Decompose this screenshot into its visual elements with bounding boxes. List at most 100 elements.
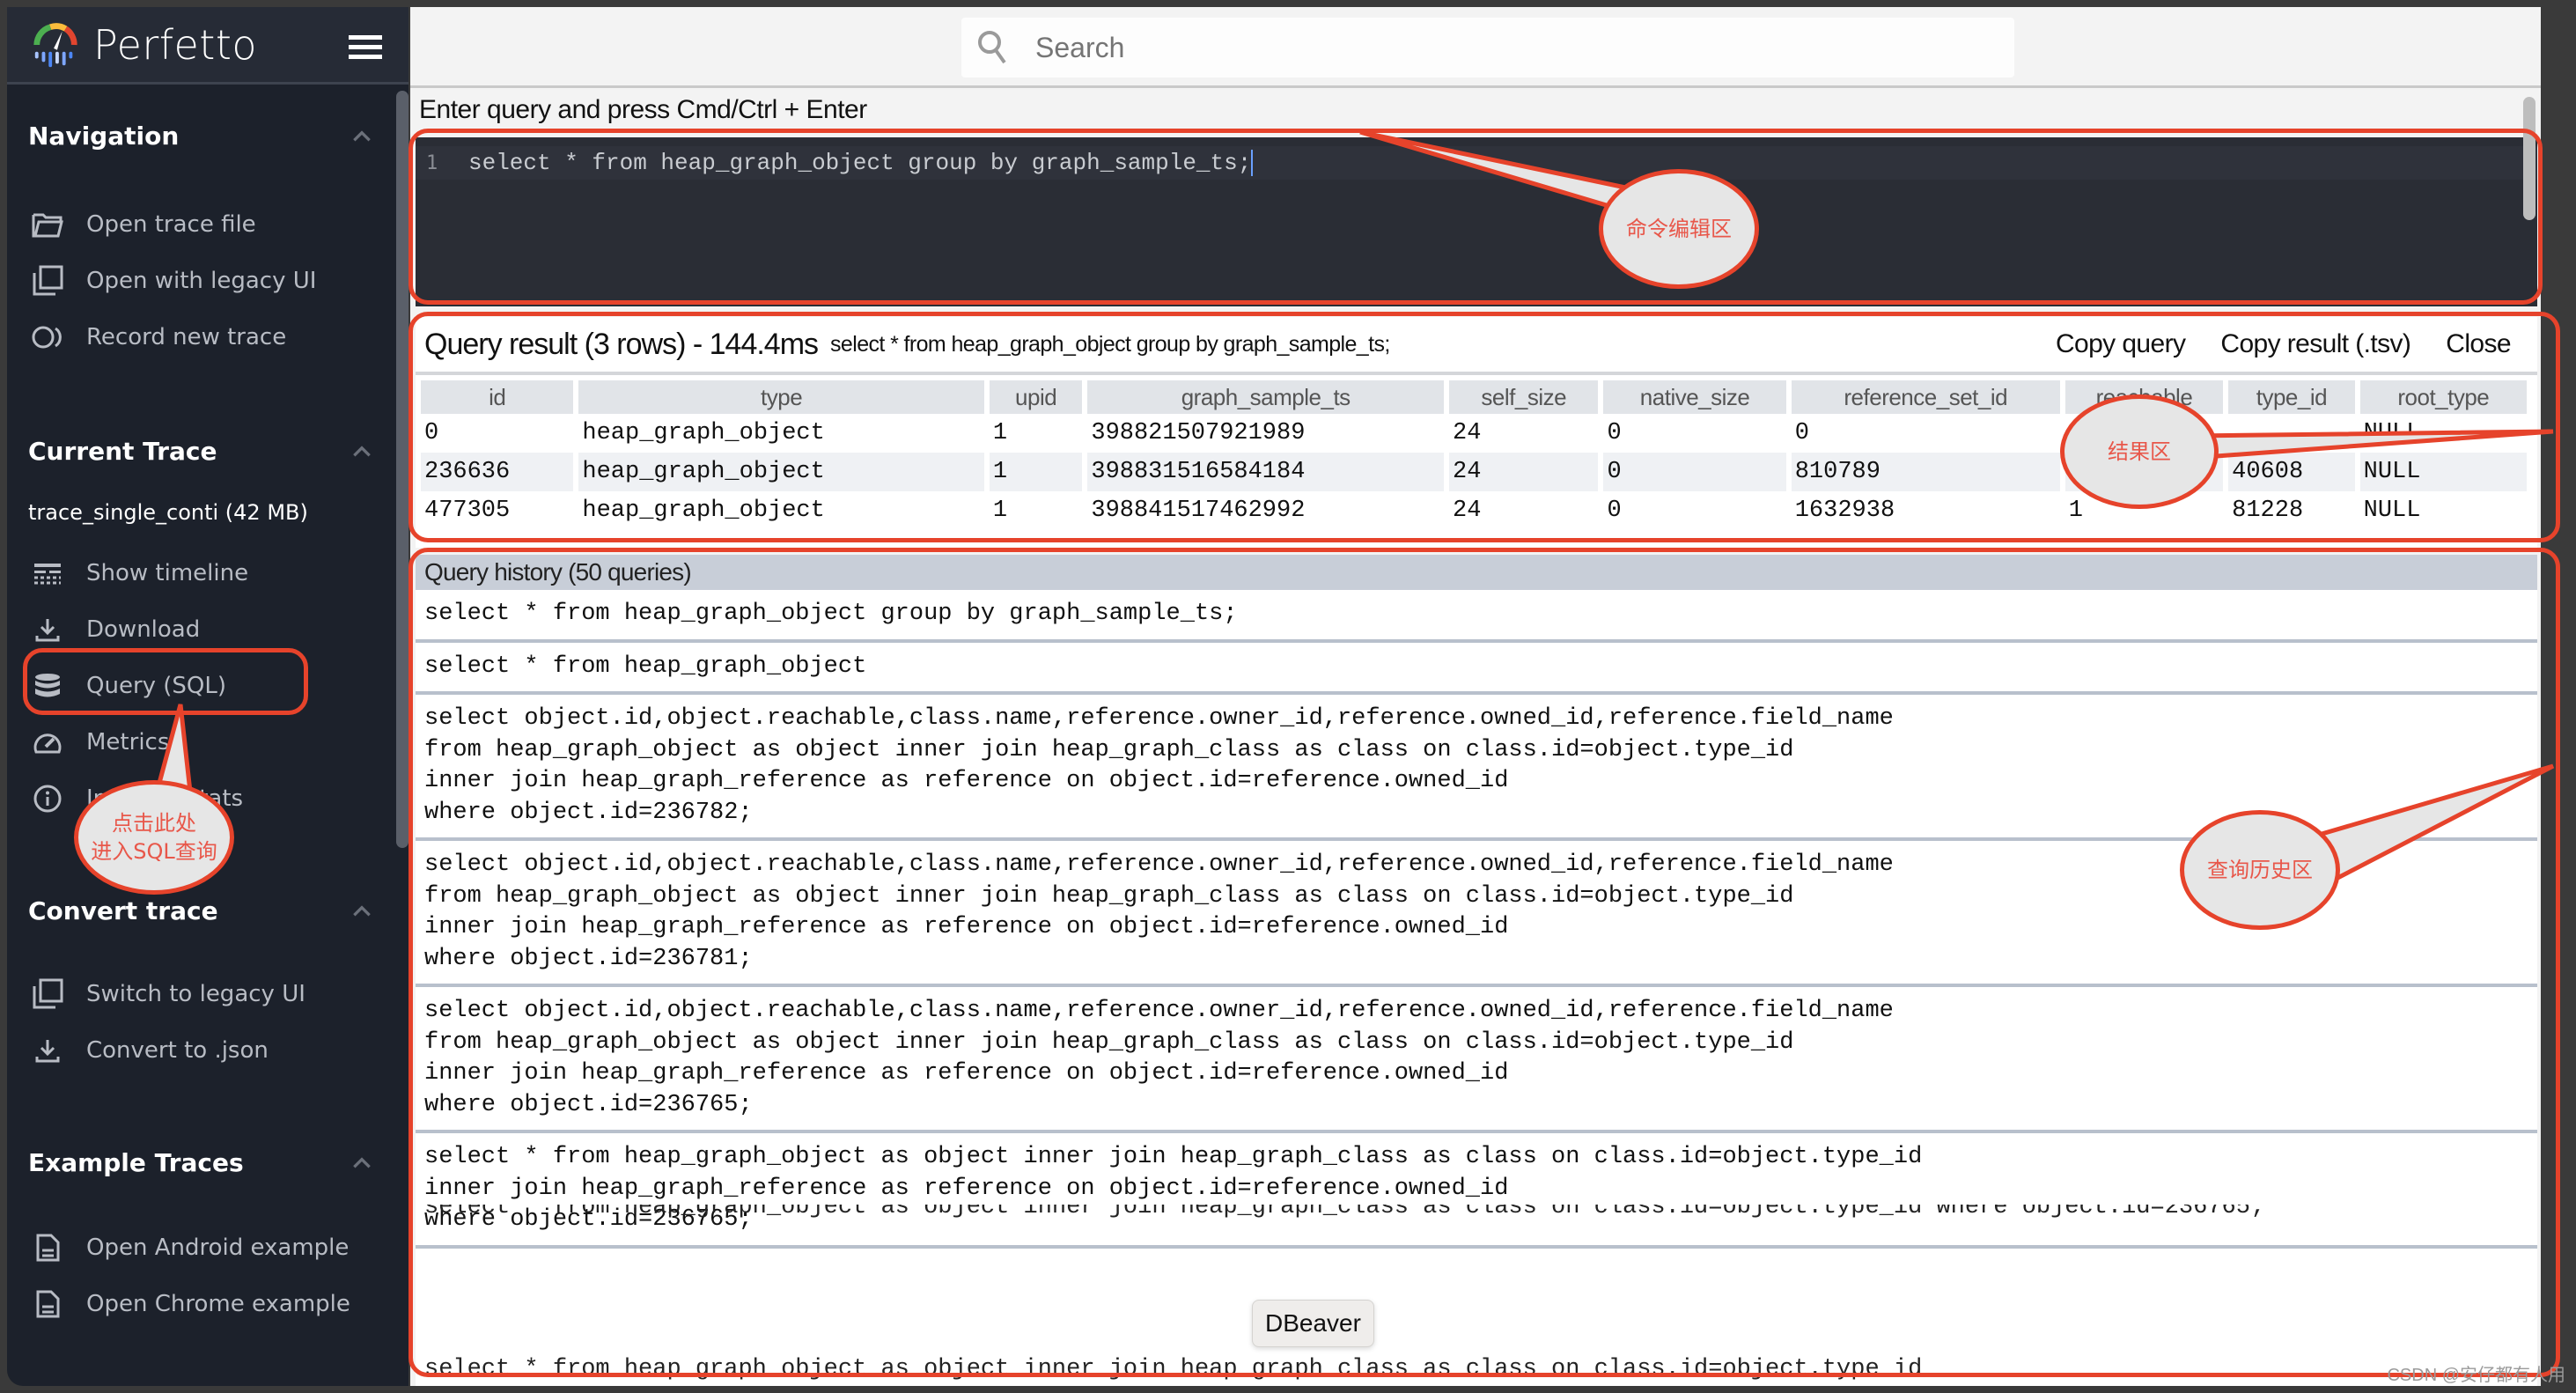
result-header-row: id type upid graph_sample_ts self_size n… [421,380,2527,414]
app-name: Perfetto [93,20,258,69]
menu-hamburger-icon[interactable] [349,35,382,59]
table-cell: 236636 [421,453,574,491]
history-item[interactable]: select * from heap_graph_object as objec… [416,1133,2537,1249]
table-cell: heap_graph_object [582,420,825,446]
column-header[interactable]: root_type [2359,380,2527,414]
sidebar-item-convert-json[interactable]: Convert to .json [30,1028,269,1072]
perfetto-logo-icon [33,22,77,67]
trace-name: trace_single_conti (42 MB) [28,500,308,525]
table-cell: 398831516584184 [1087,453,1445,491]
column-header[interactable]: id [421,380,574,414]
column-header[interactable]: upid [989,380,1083,414]
line-number: 1 [426,151,438,174]
column-header[interactable]: reference_set_id [1791,380,2060,414]
table-cell: 398821507921989 [1091,420,1306,446]
table-cell: heap_graph_object [582,498,825,524]
table-cell [2065,414,2223,453]
query-result-title: Query result (3 rows) - 144.4ms [424,327,819,361]
section-navigation-title: Navigation [28,122,180,151]
sidebar-item-label: Record new trace [86,324,287,350]
column-header[interactable]: native_size [1603,380,1786,414]
table-cell: NULL [2359,453,2527,491]
sidebar-item-metrics[interactable]: Metrics [30,720,169,764]
query-editor[interactable]: 1 select * from heap_graph_object group … [416,137,2537,306]
table-cell: 24 [1449,453,1599,491]
table-cell: 0 [1607,498,1622,524]
table-cell: 1 [992,420,1008,446]
sidebar-item-label: Info and stats [86,785,244,812]
chevron-up-icon[interactable] [350,125,373,148]
column-header[interactable]: reachable [2064,380,2224,414]
sidebar-item-show-timeline[interactable]: Show timeline [30,551,248,595]
folder-open-icon [30,207,65,242]
table-cell: 24 [1453,420,1482,446]
history-item-partial[interactable]: select * from heap_graph_object as objec… [424,1356,1922,1382]
column-header[interactable]: self_size [1449,380,1599,414]
sidebar-item-open-legacy-ui[interactable]: Open with legacy UI [30,259,316,303]
history-item[interactable]: select * from heap_graph_object group by… [416,590,2537,643]
editor-code[interactable]: select * from heap_graph_object group by… [468,150,1251,176]
filter-none-icon [30,263,65,298]
main-panel: Enter query and press Cmd/Ctrl + Enter 1… [410,7,2541,1386]
sidebar-item-open-android-example[interactable]: Open Android example [30,1226,349,1270]
sidebar-item-open-chrome-example[interactable]: Open Chrome example [30,1282,350,1326]
query-result-header: Query result (3 rows) - 144.4ms select *… [416,317,2537,375]
editor-line[interactable]: 1 select * from heap_graph_object group … [416,146,2537,180]
section-convert-trace-title: Convert trace [28,896,218,925]
column-header[interactable]: type_id [2228,380,2355,414]
sidebar-item-label: Convert to .json [86,1037,269,1064]
record-icon [30,320,65,355]
description-icon [30,1286,65,1322]
table-cell: NULL [2363,498,2421,524]
table-row: 477305 heap_graph_object 1 398841517462992 2… [421,491,2527,530]
table-cell [2228,414,2355,453]
chevron-up-icon[interactable] [350,1152,373,1175]
sidebar-item-info-and-stats[interactable]: Info and stats [30,777,243,821]
sidebar-item-switch-legacy-ui[interactable]: Switch to legacy UI [30,972,305,1016]
table-cell: 398841517462992 [1091,498,1306,524]
sidebar-item-download[interactable]: Download [30,608,200,652]
watermark: CSDN @安仔都有人用 [2387,1366,2565,1385]
sidebar-item-label: Open with legacy UI [86,268,317,294]
sidebar-item-label: Open Android example [86,1235,350,1261]
table-cell: 477305 [424,498,511,524]
sidebar-item-open-trace-file[interactable]: Open trace file [30,203,256,247]
table-cell: 1 [2064,453,2224,491]
chevron-up-icon[interactable] [350,440,373,463]
sidebar-item-record-new-trace[interactable]: Record new trace [30,315,286,359]
history-item[interactable]: select object.id,object.reachable,class.… [416,841,2537,987]
main-scrollbar[interactable] [2523,97,2536,220]
sidebar-scrollbar[interactable] [396,91,408,848]
copy-result-button[interactable]: Copy result (.tsv) [2220,329,2411,359]
speedometer-icon [30,725,65,760]
table-cell: 81228 [2232,498,2304,524]
sidebar-item-label: Show timeline [86,560,249,586]
section-current-trace-title: Current Trace [28,437,217,466]
sidebar-header: Perfetto [7,7,408,85]
sidebar-item-query-sql[interactable]: Query (SQL) [30,664,226,708]
table-row: 236636 heap_graph_object 1 398831516584184 2… [421,453,2527,491]
sidebar-item-label: Download [86,616,201,643]
column-header[interactable]: graph_sample_ts [1087,380,1445,414]
copy-query-button[interactable]: Copy query [2056,329,2186,359]
table-cell: 0 [1794,420,1809,446]
result-actions: Copy query Copy result (.tsv) Close [2056,329,2512,359]
table-row: 0 heap_graph_object 1 398821507921989 24 0 0 NU… [421,414,2527,453]
sidebar-item-label: Query (SQL) [86,673,227,699]
query-editor-label: Enter query and press Cmd/Ctrl + Enter [419,95,867,124]
download-icon [30,612,65,647]
table-cell: 0 [1607,420,1622,446]
filter-none-icon [30,977,65,1012]
history-item[interactable]: select * from heap_graph_object [416,643,2537,695]
sidebar-item-label: Switch to legacy UI [86,981,305,1007]
chevron-up-icon[interactable] [350,900,373,923]
search-box[interactable] [961,18,2014,77]
column-header[interactable]: type [578,380,984,414]
close-result-button[interactable]: Close [2446,329,2511,359]
sidebar-item-label: Open Chrome example [86,1291,350,1317]
history-item[interactable]: select object.id,object.reachable,class.… [416,695,2537,841]
text-caret [1251,150,1254,176]
history-item[interactable]: select object.id,object.reachable,class.… [416,987,2537,1133]
table-cell: 1 [989,453,1083,491]
search-input[interactable] [1035,31,1828,64]
